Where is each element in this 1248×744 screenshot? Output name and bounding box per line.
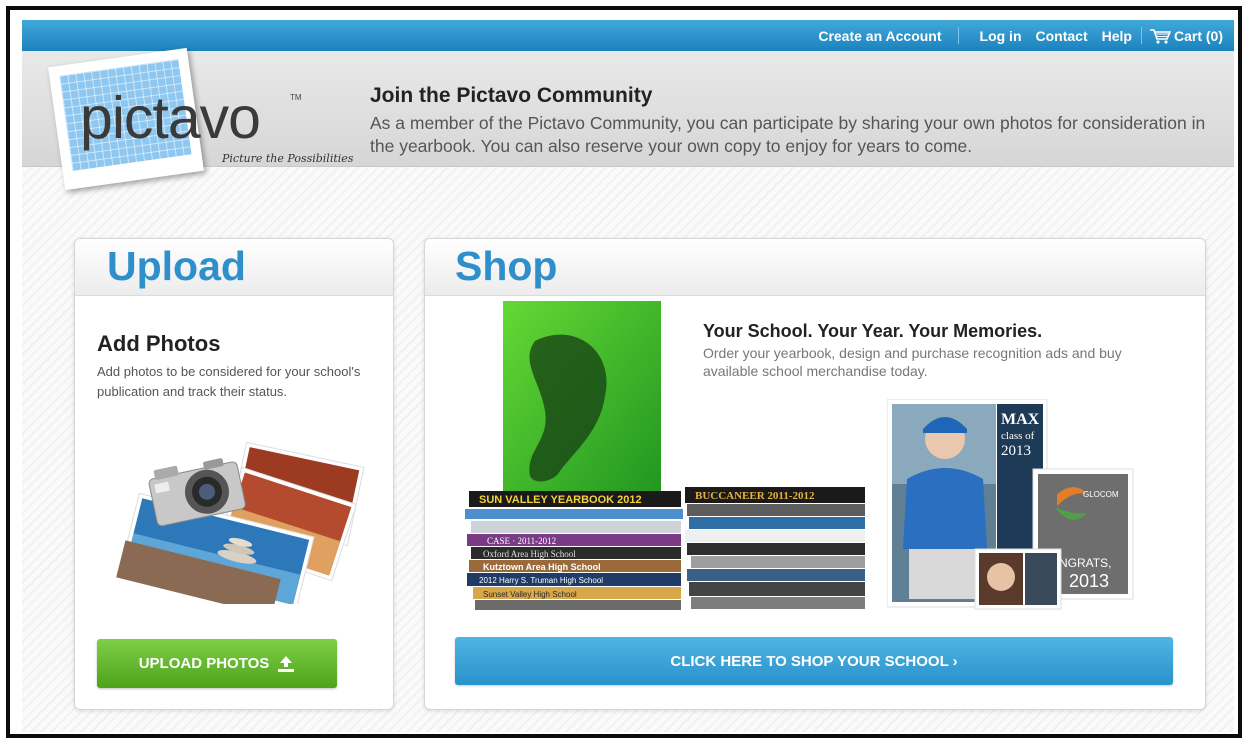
ad-subtitle: class of [1001,430,1035,442]
recognition-ads-image: MAX class of 2013 GLOCOM CONGRATS, 2013 [887,399,1134,610]
shop-your-school-label: CLICK HERE TO SHOP YOUR SCHOOL › [670,652,958,670]
logo-tagline: Picture the Possibilities [222,152,354,165]
help-link[interactable]: Help [1095,28,1139,44]
create-account-link[interactable]: Create an Account [811,28,948,44]
portrait-ad [974,548,1062,610]
top-nav: Create an Account Log in Contact Help Ca… [811,20,1230,51]
ad-name: MAX [1001,411,1040,428]
add-photos-title: Add Photos [97,331,221,356]
header: pictavo TM Picture the Possibilities Joi… [22,47,1234,191]
upload-arrow-icon [278,655,295,672]
shop-headline: Your School. Your Year. Your Memories. [703,321,1043,341]
yearbook-spine: Kutztown Area High School [483,562,601,572]
screenshot-frame: Create an Account Log in Contact Help Ca… [6,6,1242,738]
shop-card: Shop SUN VALLEY YEARBOOK 2012 CASE · 201… [424,238,1206,710]
yearbook-spine: 2012 Harry S. Truman High School [479,576,603,585]
nav-divider [957,27,959,44]
yearbook-spine: SUN VALLEY YEARBOOK 2012 [479,494,642,506]
yearbook-spine: CASE · 2011-2012 [487,536,556,546]
contact-link[interactable]: Contact [1029,28,1095,44]
yearbook-spine: Oxford Area High School [483,549,576,559]
shop-description: Order your yearbook, design and purchase… [703,345,1122,379]
ad-congrats-year: 2013 [1069,571,1109,591]
camera-photos-image [116,441,365,604]
logo-trademark: TM [290,93,302,102]
cart-label: Cart (0) [1173,27,1223,44]
yearbook-spine: Sunset Valley High School [483,590,577,599]
add-photos-description: Add photos to be considered for your sch… [97,364,361,399]
cart-icon [1149,28,1171,44]
cart-link[interactable]: Cart (0) [1142,28,1230,44]
upload-heading: Upload [107,243,246,289]
shop-heading: Shop [455,243,558,289]
upload-card: Upload Add Photos Add photos to be consi… [74,238,394,710]
yearbook-stack-right [685,487,865,609]
yearbook-spine: BUCCANEER 2011-2012 [695,490,815,502]
header-description: As a member of the Pictavo Community, yo… [370,113,1206,156]
upload-photos-label: UPLOAD PHOTOS [138,655,270,672]
logo[interactable]: pictavo [80,89,261,148]
header-title: Join the Pictavo Community [370,84,653,107]
shop-your-school-button[interactable]: CLICK HERE TO SHOP YOUR SCHOOL › [455,637,1173,685]
top-nav-bar: Create an Account Log in Contact Help Ca… [22,20,1234,51]
log-in-link[interactable]: Log in [973,28,1029,44]
upload-photos-button[interactable]: UPLOAD PHOTOS [97,639,337,688]
page: Create an Account Log in Contact Help Ca… [22,20,1234,732]
ad-year: 2013 [1001,443,1031,459]
ad-company: GLOCOM [1083,490,1119,499]
